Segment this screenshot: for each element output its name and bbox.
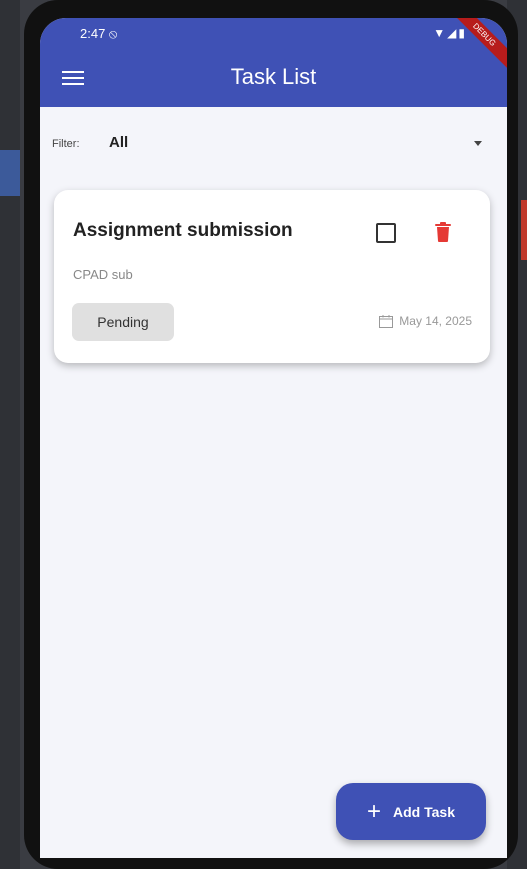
- task-title: Assignment submission: [73, 220, 293, 241]
- app-bar: 2:47 ⦸ ▼◢▮ DEBUG Task List: [40, 18, 507, 107]
- dropdown-arrow-icon[interactable]: [474, 141, 482, 146]
- status-time: 2:47 ⦸: [80, 26, 118, 41]
- filter-label: Filter:: [52, 138, 80, 150]
- delete-icon[interactable]: [434, 222, 452, 242]
- filter-dropdown[interactable]: Filter: All: [52, 134, 492, 156]
- page-title: Task List: [230, 64, 317, 89]
- due-date: May 14, 2025: [379, 314, 472, 328]
- app-screen: 2:47 ⦸ ▼◢▮ DEBUG Task List Filter: All A…: [40, 18, 507, 858]
- add-task-button[interactable]: + Add Task: [336, 783, 486, 840]
- status-bar: 2:47 ⦸ ▼◢▮: [40, 26, 507, 46]
- status-icons: ▼◢▮: [433, 26, 467, 40]
- task-card[interactable]: Assignment submission CPAD sub Pending M…: [54, 190, 490, 363]
- due-date-text: May 14, 2025: [399, 314, 472, 328]
- calendar-icon: [379, 314, 394, 328]
- filter-value[interactable]: All: [109, 134, 128, 151]
- background-left-accent: [0, 150, 20, 196]
- status-badge: Pending: [72, 303, 174, 341]
- task-description: CPAD sub: [73, 267, 133, 282]
- background-right-accent: [521, 200, 527, 260]
- task-complete-checkbox[interactable]: [376, 223, 396, 243]
- plus-icon: +: [367, 797, 382, 825]
- add-task-label: Add Task: [393, 803, 455, 820]
- background-left-panel: [0, 0, 20, 869]
